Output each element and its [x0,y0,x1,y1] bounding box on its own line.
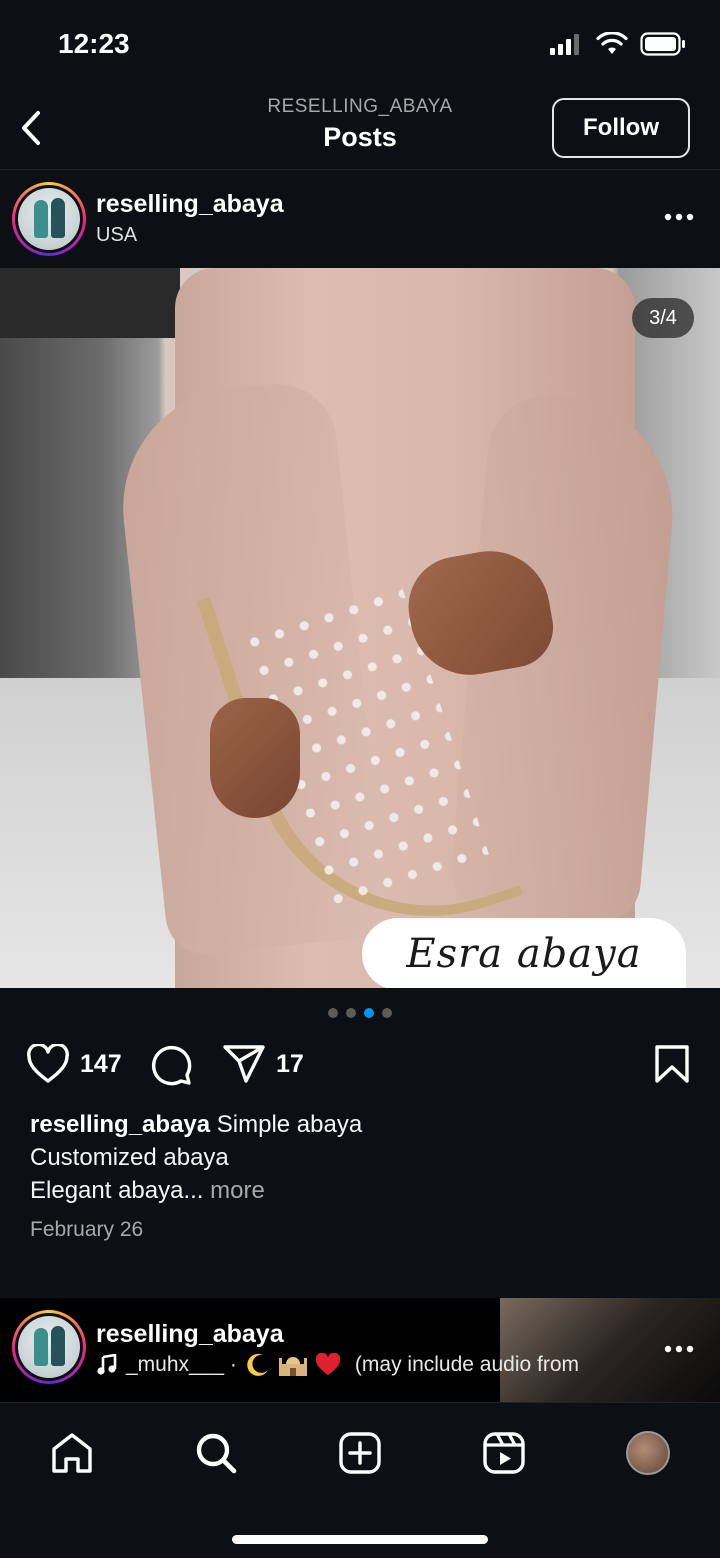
red-heart-icon [315,1353,340,1375]
more-horizontal-icon [664,213,694,221]
caption-line: Simple abaya [216,1111,363,1138]
status-icons [550,32,686,56]
action-row: 147 17 [0,1040,720,1090]
search-icon [196,1433,237,1474]
profile-avatar [626,1431,670,1475]
caption-username[interactable]: reselling_abaya [30,1111,210,1138]
status-bar: 12:23 [0,0,720,90]
carousel-dot-active [364,1008,374,1018]
send-icon [223,1045,265,1083]
post-date: February 26 [30,1218,144,1241]
cellular-signal-icon [550,34,579,55]
reels-icon [483,1432,525,1474]
music-note-icon [97,1354,117,1375]
comment-icon [151,1045,192,1086]
post-caption: reselling_abaya Simple abaya Customized … [30,1108,690,1207]
heart-icon [27,1044,69,1083]
chevron-left-icon [22,111,40,145]
next-post-audio[interactable]: _muhx___ · (may include audio from [96,1352,579,1378]
mosque-icon [278,1357,307,1376]
caption-line: Customized abaya [30,1144,229,1171]
share-count: 17 [276,1049,304,1078]
crescent-moon-icon [247,1353,268,1376]
more-horizontal-icon [664,1345,694,1353]
caption-more-link[interactable]: more [210,1177,265,1204]
like-button[interactable]: 147 [26,1044,122,1084]
carousel-dot [382,1008,392,1018]
tab-reels[interactable] [476,1425,532,1481]
comment-button[interactable] [150,1044,192,1086]
more-options-button[interactable] [662,202,696,232]
create-icon [339,1432,381,1474]
home-indicator[interactable] [232,1535,488,1544]
back-button[interactable] [14,106,48,150]
caption-line: Elegant abaya... [30,1177,204,1204]
carousel-dots [0,1008,720,1018]
tab-home[interactable] [44,1425,100,1481]
bookmark-icon [655,1045,689,1083]
follow-button[interactable]: Follow [552,98,690,158]
image-label: Esra abaya [362,918,686,988]
like-count[interactable]: 147 [80,1050,122,1079]
next-post-username[interactable]: reselling_abaya [96,1320,284,1349]
carousel-dot [328,1008,338,1018]
tab-profile[interactable] [620,1425,676,1481]
audio-user: _muhx___ · [126,1353,237,1376]
next-post-header: reselling_abaya _muhx___ · (may include … [0,1298,720,1402]
post-location[interactable]: USA [96,224,137,247]
nav-header: RESELLING_ABAYA Posts Follow [0,90,720,170]
bottom-tab-bar [0,1402,720,1558]
post-username[interactable]: reselling_abaya [96,190,284,219]
home-icon [52,1433,92,1473]
avatar-image [18,188,80,250]
avatar[interactable] [12,182,86,256]
post-image[interactable]: 3/4 Esra abaya [0,268,720,988]
status-time: 12:23 [58,28,130,59]
tab-create[interactable] [332,1425,388,1481]
tab-search[interactable] [188,1425,244,1481]
share-button[interactable]: 17 [222,1044,304,1084]
battery-icon [640,32,685,56]
post-header: reselling_abaya USA [0,172,720,268]
wifi-icon [596,32,628,54]
image-label-text: Esra abaya [406,931,642,977]
audio-suffix: (may include audio from [354,1353,580,1376]
image-counter: 3/4 [632,298,694,338]
next-post-more-button[interactable] [662,1334,696,1364]
carousel-dot [346,1008,356,1018]
next-post-avatar[interactable] [12,1310,86,1384]
save-button[interactable] [654,1044,690,1084]
